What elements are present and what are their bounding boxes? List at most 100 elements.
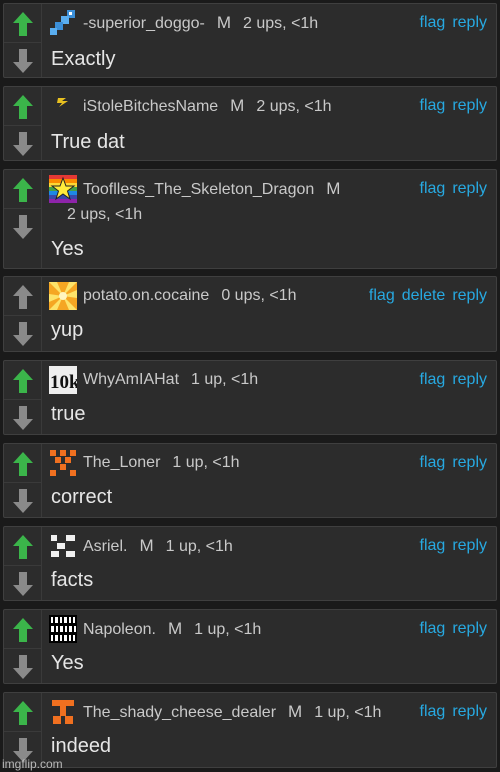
reply-link[interactable]: reply — [452, 287, 487, 304]
upvote-button[interactable] — [4, 6, 41, 42]
arrow-up-icon — [12, 178, 33, 202]
lightning-avatar-icon — [57, 98, 68, 107]
flag-link[interactable]: flag — [420, 703, 446, 720]
upvote-button[interactable] — [4, 363, 41, 399]
comment-text: Yes — [51, 652, 84, 674]
downvote-button[interactable] — [4, 125, 41, 162]
downvote-button[interactable] — [4, 208, 41, 245]
blue-pixel-avatar-icon — [50, 10, 75, 35]
comment-text: facts — [51, 569, 94, 591]
arrow-down-icon — [12, 49, 33, 73]
comment: Tooflless_The_Skeleton_Dragon M 2 ups, <1… — [3, 169, 497, 269]
downvote-button[interactable] — [4, 315, 41, 352]
upvote-button[interactable] — [4, 172, 41, 208]
arrow-up-icon — [12, 535, 33, 559]
downvote-button[interactable] — [4, 399, 41, 436]
upvote-count: 2 ups, <1h — [67, 206, 143, 223]
comment-feed: -superior_doggo- M 2 ups, <1h flag reply Ex… — [0, 0, 500, 772]
reply-link[interactable]: reply — [452, 97, 487, 114]
reply-link[interactable]: reply — [452, 703, 487, 720]
username-link[interactable]: iStoleBitchesName — [83, 98, 218, 115]
reply-link[interactable]: reply — [452, 371, 487, 388]
10k-avatar-icon: 10k — [49, 366, 77, 394]
flag-link[interactable]: flag — [420, 454, 446, 471]
arrow-down-icon — [12, 572, 33, 596]
binary-avatar-icon — [49, 615, 77, 643]
flag-link[interactable]: flag — [420, 537, 446, 554]
rainbow-star-avatar-icon — [49, 175, 77, 203]
arrow-down-icon — [12, 322, 33, 346]
comment-actions: flag reply — [413, 178, 487, 200]
avatar[interactable] — [49, 615, 77, 643]
arrow-up-icon — [12, 95, 33, 119]
downvote-button[interactable] — [4, 565, 41, 602]
comment-text: True dat — [51, 131, 125, 153]
arrow-down-icon — [12, 489, 33, 513]
comment-meta: The_Loner 1 up, <1h — [83, 452, 386, 474]
delete-link[interactable]: delete — [402, 287, 446, 304]
reply-link[interactable]: reply — [452, 180, 487, 197]
arrow-down-icon — [12, 406, 33, 430]
avatar[interactable] — [49, 449, 77, 477]
username-link[interactable]: The_shady_cheese_dealer — [83, 704, 276, 721]
vote-column — [4, 610, 42, 683]
username-link[interactable]: potato.on.cocaine — [83, 287, 209, 304]
downvote-button[interactable] — [4, 482, 41, 519]
avatar[interactable] — [49, 92, 77, 120]
vote-column — [4, 693, 42, 767]
upvote-button[interactable] — [4, 89, 41, 125]
mod-badge: M — [167, 619, 183, 638]
comment: 10k WhyAmIAHat 1 up, <1h flag reply true — [3, 360, 497, 435]
comment-meta: Tooflless_The_Skeleton_Dragon M — [83, 178, 396, 201]
avatar[interactable] — [49, 175, 77, 203]
flag-link[interactable]: flag — [369, 287, 395, 304]
avatar[interactable] — [49, 532, 77, 560]
upvote-count: 1 up, <1h — [165, 538, 233, 555]
reply-link[interactable]: reply — [452, 537, 487, 554]
upvote-button[interactable] — [4, 695, 41, 731]
arrow-down-icon — [12, 132, 33, 156]
username-link[interactable]: WhyAmIAHat — [83, 371, 179, 388]
upvote-button[interactable] — [4, 612, 41, 648]
comment-meta: iStoleBitchesName M 2 ups, <1h — [83, 95, 386, 118]
mod-badge: M — [288, 702, 303, 721]
flag-link[interactable]: flag — [420, 97, 446, 114]
comment-actions: flag reply — [413, 12, 487, 34]
arrow-up-icon — [12, 701, 33, 725]
username-link[interactable]: Napoleon. — [83, 621, 156, 638]
username-link[interactable]: Asriel. — [83, 538, 127, 555]
vote-column — [4, 87, 42, 160]
username-link[interactable]: Tooflless_The_Skeleton_Dragon — [83, 181, 314, 198]
upvote-count: 1 up, <1h — [191, 371, 259, 388]
flag-link[interactable]: flag — [420, 371, 446, 388]
avatar[interactable] — [49, 282, 77, 310]
comment-text: Yes — [51, 238, 84, 260]
reply-link[interactable]: reply — [452, 620, 487, 637]
downvote-button[interactable] — [4, 42, 41, 79]
flag-link[interactable]: flag — [420, 620, 446, 637]
upvote-button[interactable] — [4, 446, 41, 482]
comment: Asriel. M 1 up, <1h flag reply facts — [3, 526, 497, 601]
flag-link[interactable]: flag — [420, 180, 446, 197]
arrow-down-icon — [12, 655, 33, 679]
avatar[interactable] — [49, 9, 77, 37]
comment-text: correct — [51, 486, 113, 508]
reply-link[interactable]: reply — [452, 454, 487, 471]
avatar[interactable]: 10k — [49, 366, 77, 394]
downvote-button[interactable] — [4, 648, 41, 685]
reply-link[interactable]: reply — [452, 14, 487, 31]
vote-column — [4, 527, 42, 600]
comment: The_Loner 1 up, <1h flag reply correct — [3, 443, 497, 518]
upvote-button[interactable] — [4, 529, 41, 565]
comment-meta: -superior_doggo- M 2 ups, <1h — [83, 12, 386, 35]
flag-link[interactable]: flag — [420, 14, 446, 31]
avatar[interactable] — [49, 698, 77, 726]
mod-badge: M — [326, 179, 341, 198]
comment-text: indeed — [51, 735, 112, 757]
upvote-button[interactable] — [4, 279, 41, 315]
arrow-up-icon — [12, 618, 33, 642]
username-link[interactable]: -superior_doggo- — [83, 15, 205, 32]
arrow-up-icon — [12, 285, 33, 309]
comment-actions: flag delete reply — [362, 285, 487, 307]
username-link[interactable]: The_Loner — [83, 454, 160, 471]
